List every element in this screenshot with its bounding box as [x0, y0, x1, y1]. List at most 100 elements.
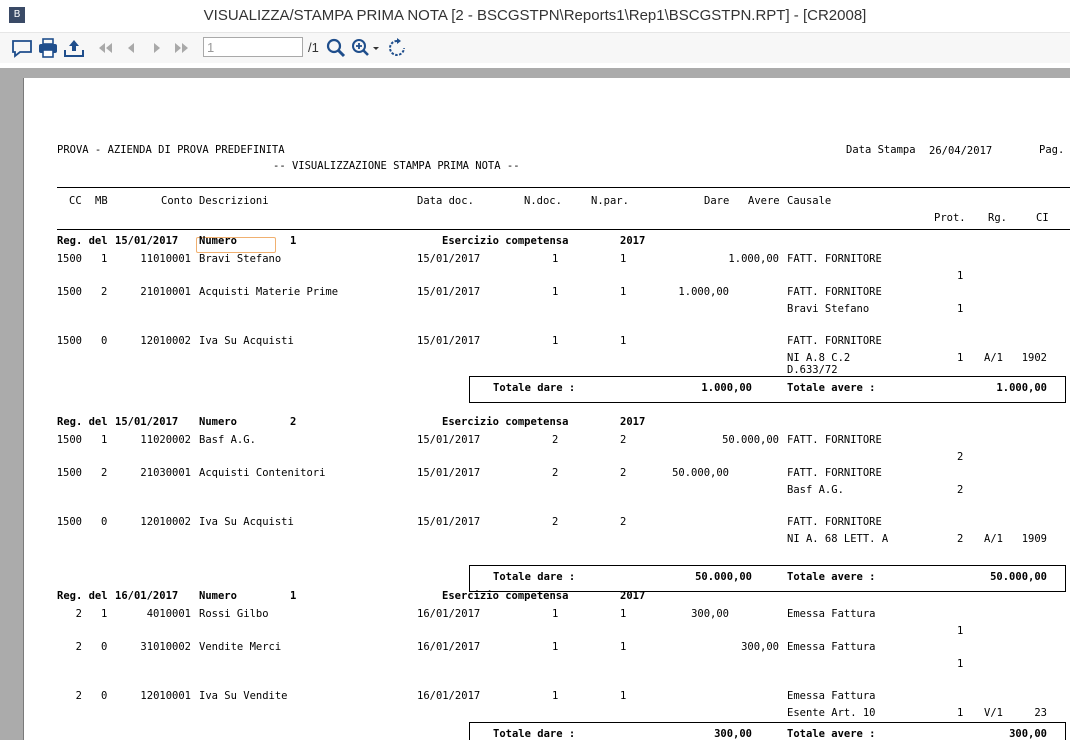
row-cc: 1500 — [56, 286, 82, 298]
row-causale-extra: Bravi Stefano — [787, 303, 870, 315]
search-icon[interactable] — [324, 37, 348, 59]
row-descrizione: Iva Su Vendite — [199, 690, 288, 702]
row-conto: 31010002 — [140, 641, 191, 653]
divider — [57, 229, 1070, 230]
row-data-doc: 16/01/2017 — [417, 641, 481, 653]
first-page-icon[interactable] — [95, 37, 115, 59]
divider — [57, 187, 1070, 188]
row-causale: FATT. FORNITORE — [787, 335, 882, 347]
esercizio-label: Esercizio competensa — [442, 416, 569, 428]
row-conto: 11020002 — [140, 434, 191, 446]
row-rg: V/1 — [984, 707, 1003, 719]
totale-dare-label: Totale dare : — [493, 571, 576, 583]
row-npar: 2 — [620, 467, 627, 479]
col-prot: Prot. — [934, 212, 966, 224]
totale-dare-label: Totale dare : — [493, 728, 576, 740]
row-prot: 1 — [957, 352, 964, 364]
row-npar: 1 — [620, 690, 627, 702]
row-cc: 2 — [75, 608, 82, 620]
col-ndoc: N.doc. — [524, 195, 562, 207]
row-ndoc: 1 — [552, 335, 559, 347]
row-mb: 1 — [101, 608, 108, 620]
row-ndoc: 2 — [552, 467, 559, 479]
row-npar: 1 — [620, 253, 627, 265]
row-ndoc: 1 — [552, 690, 559, 702]
row-cc: 1500 — [56, 434, 82, 446]
col-conto: Conto — [161, 195, 193, 207]
row-conto: 11010001 — [140, 253, 191, 265]
next-page-icon[interactable] — [147, 37, 167, 59]
reg-date: 16/01/2017 — [115, 590, 179, 602]
row-prot: 1 — [957, 303, 964, 315]
row-prot: 1 — [957, 270, 964, 282]
esercizio-label: Esercizio competensa — [442, 235, 569, 247]
export-icon[interactable] — [62, 37, 86, 59]
row-cc: 2 — [75, 690, 82, 702]
row-prot: 1 — [957, 707, 964, 719]
row-descrizione: Acquisti Contenitori — [199, 467, 326, 479]
row-avere: 1.000,00 — [728, 253, 779, 265]
row-npar: 2 — [620, 434, 627, 446]
row-ci: 1902 — [1021, 352, 1047, 364]
row-npar: 1 — [620, 286, 627, 298]
totale-avere-value: 1.000,00 — [996, 382, 1047, 394]
report-subtitle: -- VISUALIZZAZIONE STAMPA PRIMA NOTA -- — [273, 160, 520, 172]
reg-del-label: Reg. del — [57, 590, 108, 602]
print-date: 26/04/2017 — [929, 145, 993, 157]
last-page-icon[interactable] — [172, 37, 192, 59]
row-causale-extra: NI A. 68 LETT. A — [787, 533, 889, 545]
col-rg: Rg. — [988, 212, 1007, 224]
totale-dare-label: Totale dare : — [493, 382, 576, 394]
col-cc: CC — [69, 195, 82, 207]
reg-number: 1 — [290, 235, 297, 247]
row-causale: Emessa Fattura — [787, 690, 876, 702]
row-ndoc: 2 — [552, 434, 559, 446]
col-mb: MB — [95, 195, 108, 207]
esercizio-label: Esercizio competensa — [442, 590, 569, 602]
row-prot: 1 — [957, 658, 964, 670]
print-date-label: Data Stampa — [846, 144, 916, 156]
row-data-doc: 15/01/2017 — [417, 434, 481, 446]
col-npar: N.par. — [591, 195, 629, 207]
row-mb: 0 — [101, 690, 108, 702]
export-comment-icon[interactable] — [10, 37, 34, 59]
row-conto: 21030001 — [140, 467, 191, 479]
page-number-input[interactable] — [203, 37, 303, 57]
prev-page-icon[interactable] — [121, 37, 141, 59]
reg-date: 15/01/2017 — [115, 416, 179, 428]
print-icon[interactable] — [36, 37, 60, 59]
row-mb: 0 — [101, 335, 108, 347]
row-rg: A/1 — [984, 352, 1003, 364]
row-causale-extra: NI A.8 C.2 — [787, 352, 851, 364]
row-causale-extra: Basf A.G. — [787, 484, 844, 496]
numero-label: Numero — [199, 590, 237, 602]
page-total: /1 — [308, 40, 319, 55]
totale-avere-label: Totale avere : — [787, 571, 876, 583]
row-ndoc: 2 — [552, 516, 559, 528]
row-rg: A/1 — [984, 533, 1003, 545]
row-causale: FATT. FORNITORE — [787, 516, 882, 528]
row-dare: 300,00 — [691, 608, 729, 620]
zoom-icon[interactable] — [350, 37, 382, 59]
col-dare: Dare — [704, 195, 730, 207]
row-mb: 0 — [101, 641, 108, 653]
row-npar: 2 — [620, 516, 627, 528]
row-data-doc: 16/01/2017 — [417, 608, 481, 620]
refresh-icon[interactable] — [386, 37, 408, 59]
row-ndoc: 1 — [552, 253, 559, 265]
numero-label: Numero — [199, 235, 237, 247]
row-avere: 50.000,00 — [722, 434, 779, 446]
row-npar: 1 — [620, 335, 627, 347]
row-descrizione: Iva Su Acquisti — [199, 335, 294, 347]
row-avere: 300,00 — [741, 641, 779, 653]
row-causale: FATT. FORNITORE — [787, 253, 882, 265]
col-descrizioni: Descrizioni — [199, 195, 269, 207]
row-mb: 0 — [101, 516, 108, 528]
row-descrizione: Rossi Gilbo — [199, 608, 269, 620]
esercizio-year: 2017 — [620, 416, 646, 428]
page-label: Pag. — [1039, 144, 1065, 156]
row-ndoc: 1 — [552, 286, 559, 298]
row-ndoc: 1 — [552, 608, 559, 620]
row-prot: 2 — [957, 451, 964, 463]
row-causale-extra: Esente Art. 10 — [787, 707, 876, 719]
